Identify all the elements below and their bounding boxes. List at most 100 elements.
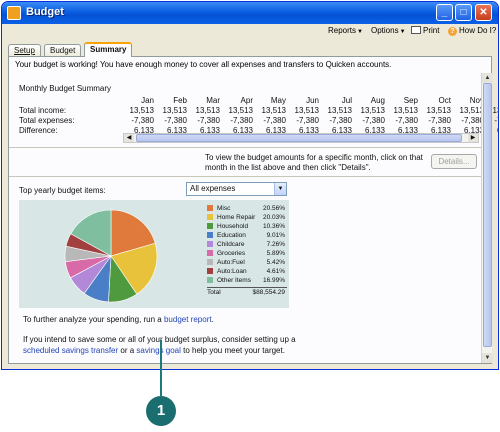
legend-label: Other Items (217, 277, 251, 284)
callout-line (160, 340, 162, 396)
legend-percent: 5.42% (266, 259, 285, 266)
scroll-right-icon[interactable]: ▶ (468, 134, 478, 142)
analyze-text: To further analyze your spending, run a … (23, 315, 214, 324)
pie-chart-area: Misc 20.56% Home Repair 20.03% Household 10.3… (19, 200, 289, 308)
month-header[interactable]: May (253, 96, 286, 105)
legend-item: Other Items 16.99% (207, 276, 287, 285)
legend-label: Groceries (217, 250, 246, 257)
legend-item: Education 9.01% (207, 231, 287, 240)
tab-summary-label: Summary (90, 45, 127, 54)
legend-item: Misc 20.56% (207, 204, 287, 213)
scroll-thumb[interactable] (136, 134, 462, 142)
top-items-label: Top yearly budget items: (19, 186, 106, 195)
print-label: Print (423, 26, 440, 35)
savings-goal-link[interactable]: savings goal (136, 346, 180, 355)
summary-cell[interactable]: 13,513 (352, 106, 385, 115)
legend-label: Household (217, 223, 249, 230)
budget-report-link[interactable]: budget report (164, 315, 212, 324)
month-header[interactable]: Aug (352, 96, 385, 105)
summary-row-label: Difference: (19, 126, 58, 135)
expense-filter-select[interactable]: All expenses ▼ (186, 182, 287, 196)
legend-item: Household 10.36% (207, 222, 287, 231)
summary-cell[interactable]: -7,380 (187, 116, 220, 125)
month-header[interactable]: Oct (418, 96, 451, 105)
legend-label: Auto:Fuel (217, 259, 245, 266)
chevron-down-icon: ▼ (357, 29, 363, 35)
legend-label: Home Repair (217, 214, 256, 221)
month-header[interactable]: Jul (319, 96, 352, 105)
legend-percent: 20.56% (262, 205, 285, 212)
status-message: Your budget is working! You have enough … (15, 60, 392, 69)
help-icon: ? (448, 27, 457, 36)
chevron-down-icon: ▼ (399, 29, 406, 35)
legend-swatch (207, 268, 213, 274)
summary-cell[interactable]: 13,513 (121, 106, 154, 115)
summary-cell[interactable]: 13,513 (286, 106, 319, 115)
month-header[interactable]: Apr (220, 96, 253, 105)
legend-label: Childcare (217, 241, 245, 248)
month-header[interactable]: Jan (121, 96, 154, 105)
surplus-tail: to help you meet your target. (180, 346, 285, 355)
scroll-down-icon[interactable]: ▼ (482, 353, 493, 363)
summary-cell[interactable]: -7,380 (451, 116, 484, 125)
summary-cell[interactable]: -7,380 (154, 116, 187, 125)
toolbar: Reports▼ Options▼ Print ? How Do I? (2, 24, 498, 40)
summary-row-label: Total income: (19, 106, 67, 115)
chevron-down-icon[interactable]: ▼ (274, 183, 286, 195)
details-button[interactable]: Details... (431, 154, 477, 169)
summary-cell[interactable]: -7,380 (385, 116, 418, 125)
legend-swatch (207, 250, 213, 256)
divider (9, 147, 481, 148)
summary-cell[interactable]: -7,380 (286, 116, 319, 125)
summary-row-label: Total expenses: (19, 116, 75, 125)
vertical-scrollbar[interactable]: ▲ ▼ (481, 73, 493, 363)
summary-cell[interactable]: -7,380 (121, 116, 154, 125)
summary-cell[interactable]: 13,513 (319, 106, 352, 115)
window-title: Budget (26, 6, 64, 18)
legend-item: Auto:Loan 4.61% (207, 267, 287, 276)
horizontal-scrollbar[interactable]: ◀ ▶ (123, 133, 479, 143)
options-label: Options (371, 26, 399, 35)
summary-cell[interactable]: 13,513 (187, 106, 220, 115)
how-do-i-button[interactable]: ? How Do I? (448, 26, 496, 36)
legend-swatch (207, 214, 213, 220)
summary-cell[interactable]: -7,380 (319, 116, 352, 125)
reports-menu[interactable]: Reports▼ (328, 26, 363, 35)
scroll-up-icon[interactable]: ▲ (482, 73, 493, 83)
tab-setup-label: Setup (14, 46, 35, 55)
scheduled-savings-link[interactable]: scheduled savings transfer (23, 346, 118, 355)
legend-label: Misc (217, 205, 231, 212)
summary-cell[interactable]: -7,380 (352, 116, 385, 125)
legend-label: Education (217, 232, 246, 239)
title-bar[interactable]: Budget _ □ ✕ (2, 2, 498, 24)
month-header[interactable]: Feb (154, 96, 187, 105)
month-header[interactable]: Mar (187, 96, 220, 105)
summary-cell[interactable]: 13,513 (385, 106, 418, 115)
options-menu[interactable]: Options▼ (371, 26, 406, 35)
legend-item: Childcare 7.26% (207, 240, 287, 249)
scroll-left-icon[interactable]: ◀ (124, 134, 134, 142)
summary-cell[interactable]: 13,513 (220, 106, 253, 115)
legend-item: Auto:Fuel 5.42% (207, 258, 287, 267)
print-button[interactable]: Print (411, 26, 439, 35)
maximize-button[interactable]: □ (455, 4, 472, 21)
month-header[interactable]: Jun (286, 96, 319, 105)
scroll-thumb[interactable] (483, 83, 492, 347)
callout-badge: 1 (146, 396, 176, 426)
minimize-button[interactable]: _ (436, 4, 453, 21)
legend-percent: 7.26% (266, 241, 285, 248)
summary-cell[interactable]: 13,513 (451, 106, 484, 115)
summary-cell[interactable]: 13,513 (418, 106, 451, 115)
month-header[interactable]: Sep (385, 96, 418, 105)
tab-summary[interactable]: Summary (84, 42, 133, 57)
summary-title: Monthly Budget Summary (19, 84, 112, 93)
summary-cell[interactable]: -7,380 (418, 116, 451, 125)
summary-cell[interactable]: 13,513 (253, 106, 286, 115)
summary-cell[interactable]: 13,513 (154, 106, 187, 115)
legend-percent: 16.99% (262, 277, 285, 284)
close-button[interactable]: ✕ (475, 4, 492, 21)
month-header[interactable]: Nov (451, 96, 484, 105)
summary-cell[interactable]: -7,380 (253, 116, 286, 125)
legend-swatch (207, 223, 213, 229)
summary-cell[interactable]: -7,380 (220, 116, 253, 125)
